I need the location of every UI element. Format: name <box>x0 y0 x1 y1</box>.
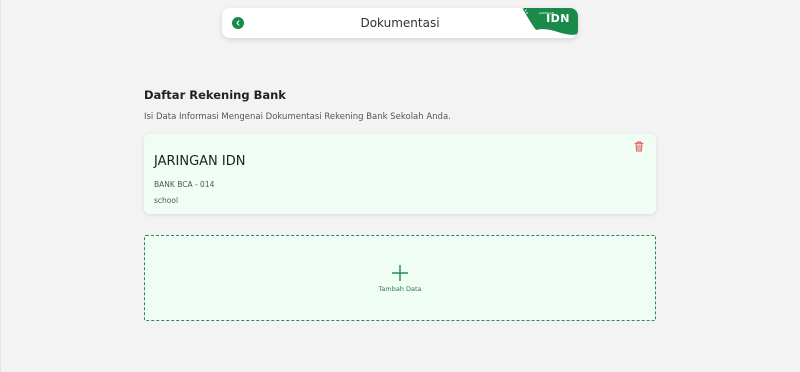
header-bar: Dokumentasi JARINGAN IDN <box>222 8 578 38</box>
bank-account-owner: school <box>154 196 179 205</box>
page-edge <box>0 0 1 372</box>
section-subtitle: Isi Data Informasi Mengenai Dokumentasi … <box>144 112 451 122</box>
sun-icon <box>518 8 528 18</box>
bank-account-name: JARINGAN IDN <box>154 154 246 169</box>
brand-logo: JARINGAN IDN <box>518 8 578 38</box>
add-data-button[interactable]: Tambah Data <box>144 235 656 321</box>
section-title: Daftar Rekening Bank <box>144 88 286 102</box>
bank-account-bank: BANK BCA - 014 <box>154 180 215 189</box>
plus-icon <box>392 265 408 281</box>
brand-text: IDN <box>546 12 570 25</box>
bank-account-card: JARINGAN IDN BANK BCA - 014 school <box>144 134 656 214</box>
add-data-label: Tambah Data <box>378 285 422 293</box>
trash-icon[interactable] <box>634 141 644 152</box>
